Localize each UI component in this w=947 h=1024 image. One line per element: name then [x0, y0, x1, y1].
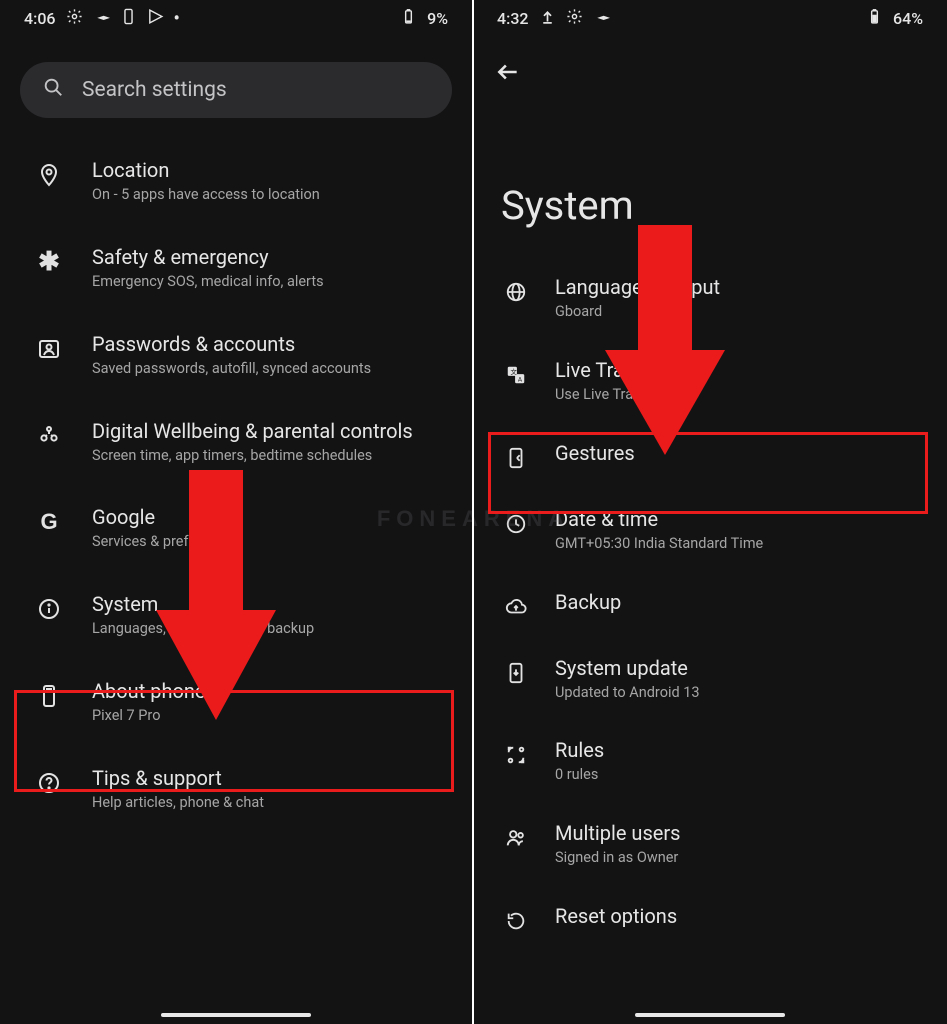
item-subtitle: On - 5 apps have access to location [92, 186, 320, 205]
system-item-backup[interactable]: Backup [473, 572, 947, 638]
asterisk-icon: ✱ [36, 249, 62, 275]
globe-icon [503, 279, 529, 305]
battery-icon [866, 8, 883, 29]
item-subtitle: Help articles, phone & chat [92, 794, 264, 813]
compass-icon [93, 8, 110, 29]
cloud-upload-icon [503, 594, 529, 620]
settings-item-passwords[interactable]: Passwords & accounts Saved passwords, au… [0, 312, 472, 399]
back-arrow-icon[interactable] [495, 59, 521, 89]
phone-outline-icon [36, 683, 62, 709]
item-subtitle: Screen time, app timers, bedtime schedul… [92, 447, 413, 466]
item-title: Date & time [555, 507, 763, 531]
item-subtitle: GMT+05:30 India Standard Time [555, 535, 763, 554]
item-title: Digital Wellbeing & parental controls [92, 419, 413, 443]
home-indicator[interactable] [635, 1013, 785, 1017]
item-title: System update [555, 656, 700, 680]
system-item-update[interactable]: System update Updated to Android 13 [473, 638, 947, 721]
translate-icon: 文A [503, 362, 529, 388]
system-item-users[interactable]: Multiple users Signed in as Owner [473, 803, 947, 886]
system-item-datetime[interactable]: Date & time GMT+05:30 India Standard Tim… [473, 489, 947, 572]
battery-icon [400, 8, 417, 29]
system-item-rules[interactable]: Rules 0 rules [473, 720, 947, 803]
item-title: Reset options [555, 904, 677, 928]
status-time: 4:06 [24, 9, 56, 28]
users-icon [503, 825, 529, 851]
red-arrow-left [156, 470, 276, 720]
system-update-icon [503, 660, 529, 686]
battery-percent: 9% [427, 9, 448, 28]
gesture-icon [503, 445, 529, 471]
item-title: Safety & emergency [92, 245, 324, 269]
account-box-icon [36, 336, 62, 362]
item-subtitle: Updated to Android 13 [555, 684, 700, 703]
location-pin-icon [36, 162, 62, 188]
phone-icon [120, 8, 137, 29]
reset-icon [503, 908, 529, 934]
compass-icon [593, 8, 610, 29]
dot-icon: • [174, 8, 180, 29]
screenshot-divider [472, 0, 474, 1024]
help-icon [36, 770, 62, 796]
settings-item-location[interactable]: Location On - 5 apps have access to loca… [0, 138, 472, 225]
gear-icon [66, 8, 83, 29]
item-title: Location [92, 158, 320, 182]
item-title: Rules [555, 738, 604, 762]
google-g-icon: G [36, 509, 62, 535]
play-icon [147, 8, 164, 29]
item-title: Tips & support [92, 766, 264, 790]
red-arrow-right [605, 225, 725, 455]
settings-item-tips[interactable]: Tips & support Help articles, phone & ch… [0, 746, 472, 833]
settings-item-safety[interactable]: ✱ Safety & emergency Emergency SOS, medi… [0, 225, 472, 312]
clock-icon [503, 511, 529, 537]
search-settings-bar[interactable]: Search settings [20, 62, 452, 118]
item-subtitle: Saved passwords, autofill, synced accoun… [92, 360, 371, 379]
status-time: 4:32 [497, 9, 529, 28]
item-title: Backup [555, 590, 621, 614]
item-title: Passwords & accounts [92, 332, 371, 356]
item-title: Multiple users [555, 821, 680, 845]
system-screen: 4:32 64% System Languages & input Gboard… [473, 0, 947, 1024]
home-indicator[interactable] [161, 1013, 311, 1017]
gear-icon [566, 8, 583, 29]
status-bar: 4:32 64% [473, 0, 947, 36]
search-icon [42, 76, 64, 104]
info-icon [36, 596, 62, 622]
system-item-reset[interactable]: Reset options [473, 886, 947, 952]
search-placeholder: Search settings [82, 78, 227, 102]
wellbeing-icon [36, 423, 62, 449]
battery-percent: 64% [893, 9, 923, 28]
upload-icon [539, 8, 556, 29]
status-bar: 4:06 • 9% [0, 0, 472, 36]
item-subtitle: Signed in as Owner [555, 849, 680, 868]
rules-icon [503, 742, 529, 768]
svg-text:文: 文 [511, 367, 518, 376]
item-subtitle: Emergency SOS, medical info, alerts [92, 273, 324, 292]
item-subtitle: 0 rules [555, 766, 604, 785]
